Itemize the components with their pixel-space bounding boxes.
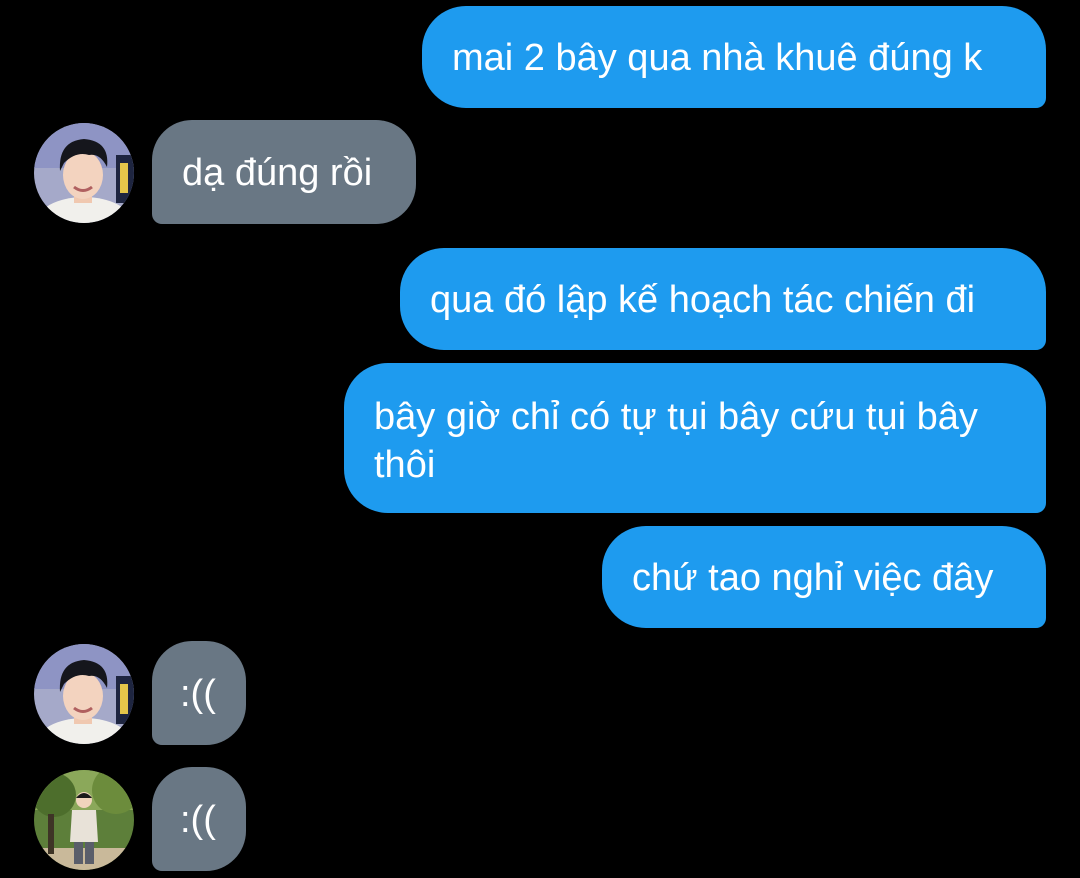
contact-avatar[interactable] (34, 123, 134, 223)
avatar-photo-icon (34, 123, 134, 223)
message-bubble-outgoing[interactable]: bây giờ chỉ có tự tụi bây cứu tụi bây th… (344, 363, 1046, 513)
message-text: mai 2 bây qua nhà khuê đúng k (452, 37, 983, 79)
message-text: qua đó lập kế hoạch tác chiến đi (430, 279, 976, 321)
message-text: :(( (180, 799, 216, 841)
message-bubble-outgoing[interactable]: qua đó lập kế hoạch tác chiến đi (400, 248, 1046, 350)
avatar-photo-icon (34, 644, 134, 744)
message-text: :(( (180, 673, 216, 715)
contact-avatar[interactable] (34, 770, 134, 870)
message-bubble-incoming[interactable]: :(( (152, 767, 246, 871)
message-text: dạ đúng rồi (182, 152, 373, 194)
avatar-photo-icon (34, 770, 134, 870)
message-bubble-outgoing[interactable]: chứ tao nghỉ việc đây (602, 526, 1046, 628)
contact-avatar[interactable] (34, 644, 134, 744)
message-bubble-incoming[interactable]: dạ đúng rồi (152, 120, 416, 224)
message-bubble-incoming[interactable]: :(( (152, 641, 246, 745)
message-bubble-outgoing[interactable]: mai 2 bây qua nhà khuê đúng k (422, 6, 1046, 108)
message-text: bây giờ chỉ có tự tụi bây cứu tụi bây th… (374, 396, 989, 486)
message-text: chứ tao nghỉ việc đây (632, 557, 994, 599)
